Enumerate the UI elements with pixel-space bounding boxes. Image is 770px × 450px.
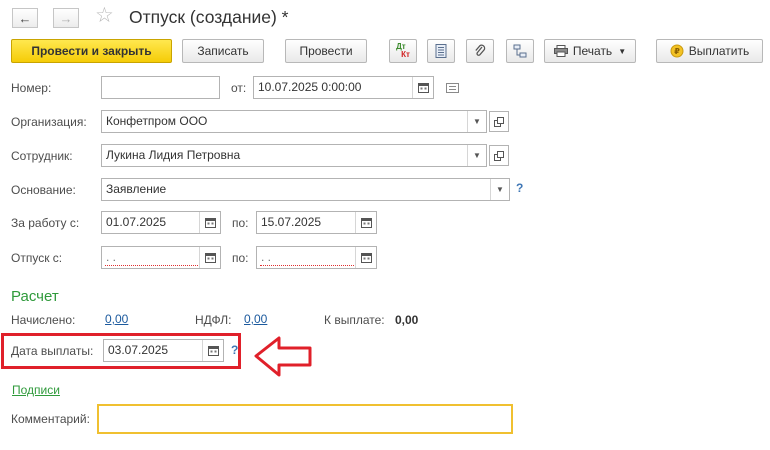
accrued-value-link[interactable]: 0,00 [105,312,128,326]
payout-label: К выплате: [324,313,385,327]
arrow-right-icon: → [59,10,73,26]
svg-text:₽: ₽ [674,47,680,56]
arrow-left-icon: ← [18,10,32,26]
ndfl-value-link[interactable]: 0,00 [244,312,267,326]
printer-icon [553,45,568,57]
dt-kt-button[interactable]: Дт Кт [389,39,417,63]
ndfl-label: НДФЛ: [195,313,232,327]
print-dropdown-button[interactable]: Печать ▼ [544,39,636,63]
list-report-button[interactable] [427,39,455,63]
work-period-from-input[interactable]: 01.07.2025 [101,211,221,234]
pay-button[interactable]: ₽ Выплатить [656,39,763,63]
page-title: Отпуск (создание) * [129,7,289,27]
favorite-star-icon[interactable]: ☆ [95,4,114,28]
vacation-to-label: по: [232,251,249,265]
chevron-down-icon[interactable]: ▼ [467,145,486,166]
write-button[interactable]: Записать [182,39,264,63]
post-button[interactable]: Провести [285,39,367,63]
required-field-marker [260,265,354,266]
organization-label: Организация: [11,115,87,129]
paperclip-icon [475,44,486,56]
date-input[interactable]: 10.07.2025 0:00:00 [253,76,434,99]
open-window-icon [494,116,504,127]
chevron-down-icon: ▼ [618,46,627,56]
coin-icon: ₽ [670,44,684,58]
pay-date-input[interactable]: 03.07.2025 [103,339,224,362]
calendar-icon[interactable] [202,340,223,361]
chevron-down-icon[interactable]: ▼ [467,111,486,132]
structure-button[interactable] [506,39,534,63]
payout-value: 0,00 [395,313,419,327]
number-input[interactable] [101,76,220,99]
red-arrow-icon [254,336,312,377]
employee-select[interactable]: Лукина Лидия Петровна ▼ [101,144,487,167]
work-period-to-input[interactable]: 15.07.2025 [256,211,377,234]
signatures-link[interactable]: Подписи [12,383,60,397]
calendar-icon[interactable] [199,212,220,233]
vacation-label: Отпуск с: [11,251,63,265]
basis-label: Основание: [11,183,76,197]
calendar-icon[interactable] [199,247,220,268]
vacation-from-input[interactable]: . . [101,246,221,269]
pay-date-label: Дата выплаты: [11,344,94,358]
document-history-icon[interactable] [446,82,459,96]
attach-file-button[interactable] [466,39,494,63]
post-and-close-button[interactable]: Провести и закрыть [11,39,172,63]
open-employee-button[interactable] [489,145,509,166]
number-label: Номер: [11,81,52,95]
work-period-to-label: по: [232,216,249,230]
dt-kt-icon: Дт Кт [396,42,410,59]
back-button[interactable]: ← [12,8,38,28]
calendar-icon[interactable] [355,247,376,268]
accrued-label: Начислено: [11,313,76,327]
basis-help-icon[interactable]: ? [516,181,523,195]
employee-label: Сотрудник: [11,149,73,163]
chevron-down-icon[interactable]: ▼ [490,179,509,200]
organization-select[interactable]: Конфетпром ООО ▼ [101,110,487,133]
document-list-icon [435,44,447,58]
forward-button[interactable]: → [53,8,79,28]
comment-input[interactable] [97,404,513,434]
calculation-section-title: Расчет [11,288,59,305]
hierarchy-icon [513,44,527,58]
pay-date-help-icon[interactable]: ? [231,343,238,357]
work-period-label: За работу с: [11,216,80,230]
date-label: от: [231,81,247,95]
basis-select[interactable]: Заявление ▼ [101,178,510,201]
open-organization-button[interactable] [489,111,509,132]
calendar-icon[interactable] [412,77,433,98]
vacation-to-input[interactable]: . . [256,246,377,269]
comment-label: Комментарий: [11,412,90,426]
open-window-icon [494,150,504,161]
required-field-marker [105,265,198,266]
calendar-icon[interactable] [355,212,376,233]
